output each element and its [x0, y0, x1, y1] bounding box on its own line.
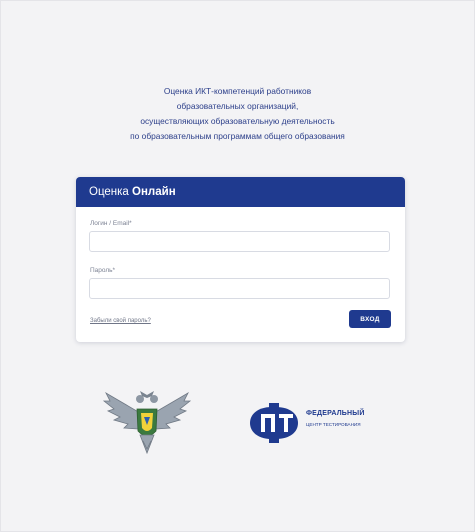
- heading-line-4: по образовательным программам общего обр…: [130, 131, 345, 141]
- fct-logo-subtitle: ЦЕНТР ТЕСТИРОВАНИЯ: [306, 422, 361, 427]
- rosobrnadzor-eagle-emblem-icon: [102, 391, 192, 455]
- heading-line-3: осуществляющих образовательную деятельно…: [140, 116, 335, 126]
- card-title-regular: Оценка: [89, 186, 133, 198]
- forgot-password-link[interactable]: Забыли свой пароль?: [90, 318, 151, 324]
- login-card: Оценка Онлайн Логин / Email* Пароль* Заб…: [76, 177, 405, 342]
- card-title-bold: Онлайн: [132, 186, 176, 198]
- heading-line-2: образовательных организаций,: [176, 101, 299, 111]
- password-input[interactable]: [89, 278, 390, 299]
- password-field-label: Пароль*: [90, 267, 116, 274]
- page-heading: Оценка ИКТ-компетенций работников образо…: [40, 84, 435, 144]
- heading-line-1: Оценка ИКТ-компетенций работников: [163, 86, 312, 96]
- login-card-header: Оценка Онлайн: [76, 177, 405, 207]
- login-email-input[interactable]: [89, 231, 390, 252]
- login-field-label: Логин / Email*: [90, 220, 132, 227]
- fct-logo-title: ФЕДЕРАЛЬНЫЙ: [306, 410, 365, 417]
- login-button[interactable]: ВХОД: [349, 310, 391, 328]
